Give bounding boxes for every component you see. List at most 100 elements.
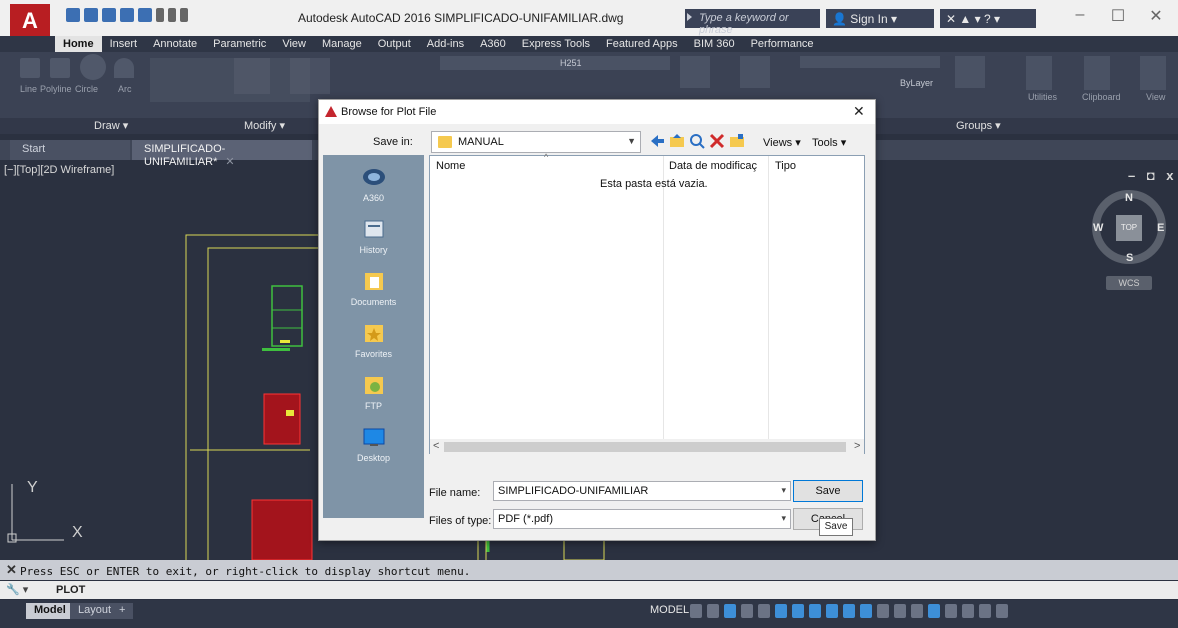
file-type-dropdown[interactable]: PDF (*.pdf) ▾ — [493, 509, 791, 529]
file-name-dropdown-icon[interactable]: ▾ — [781, 485, 786, 496]
wcs-menu[interactable]: WCS — [1106, 276, 1152, 290]
qat-dropdown-icon[interactable] — [180, 8, 188, 22]
new-icon[interactable] — [66, 8, 80, 22]
tab-start[interactable]: Start — [10, 140, 130, 160]
save-icon[interactable] — [102, 8, 116, 22]
viewport-window-controls[interactable]: – ◘ x — [1128, 168, 1178, 183]
scrollbar-thumb[interactable] — [444, 442, 846, 452]
dialog-titlebar[interactable]: Browse for Plot File ✕ — [319, 100, 875, 124]
tab-performance[interactable]: Performance — [743, 36, 822, 52]
tab-annotate[interactable]: Annotate — [145, 36, 205, 52]
color-dropdown[interactable] — [800, 56, 940, 68]
circle-icon[interactable] — [80, 54, 106, 80]
workspace-icon[interactable] — [877, 604, 889, 618]
print-icon[interactable] — [138, 8, 152, 22]
draw-panel-label[interactable]: Draw ▾ — [94, 119, 128, 132]
lineweight-icon[interactable] — [809, 604, 821, 618]
dimension-tool-icon[interactable] — [290, 58, 330, 94]
undo-icon[interactable] — [156, 8, 164, 22]
clipboard-icon[interactable] — [1084, 56, 1110, 90]
text-tool-icon[interactable] — [234, 58, 270, 94]
isodraft-icon[interactable] — [758, 604, 770, 618]
grid-icon[interactable] — [690, 604, 702, 618]
help-search-input[interactable]: Type a keyword or phrase — [685, 9, 820, 36]
back-icon[interactable] — [649, 133, 665, 149]
utilities-icon[interactable] — [1026, 56, 1052, 90]
column-date-modified[interactable]: Data de modificaç — [669, 160, 757, 172]
new-folder-icon[interactable] — [729, 133, 745, 149]
annotation-monitor-icon[interactable] — [894, 604, 906, 618]
exchange-icon[interactable]: ✕ — [946, 12, 956, 26]
place-history[interactable]: History — [323, 217, 424, 255]
place-favorites[interactable]: Favorites — [323, 321, 424, 359]
file-type-dropdown-icon[interactable]: ▾ — [781, 513, 786, 524]
column-type[interactable]: Tipo — [775, 160, 796, 172]
minimize-icon[interactable]: – — [1065, 6, 1095, 24]
layer-dropdown[interactable] — [440, 56, 670, 70]
quick-properties-icon[interactable] — [928, 604, 940, 618]
command-input-text[interactable]: PLOT — [56, 584, 85, 596]
line-icon[interactable] — [20, 58, 40, 78]
tab-document[interactable]: SIMPLIFICADO-UNIFAMILIAR* ✕ — [132, 140, 312, 168]
tab-a360[interactable]: A360 — [472, 36, 514, 52]
viewcube-south[interactable]: S — [1126, 252, 1133, 264]
clean-screen-icon[interactable] — [979, 604, 991, 618]
arc-icon[interactable] — [114, 58, 134, 78]
isolate-objects-icon[interactable] — [962, 604, 974, 618]
maximize-icon[interactable]: ☐ — [1103, 6, 1133, 26]
add-layout-button[interactable]: + — [111, 603, 134, 619]
place-desktop[interactable]: Desktop — [323, 425, 424, 463]
tab-featured-apps[interactable]: Featured Apps — [598, 36, 686, 52]
tab-express-tools[interactable]: Express Tools — [514, 36, 598, 52]
polyline-icon[interactable] — [50, 58, 70, 78]
help-icon[interactable]: ? — [984, 12, 991, 26]
viewcube-west[interactable]: W — [1093, 222, 1103, 234]
snap-icon[interactable] — [707, 604, 719, 618]
up-folder-icon[interactable] — [669, 133, 685, 149]
place-a360[interactable]: A360 — [323, 165, 424, 203]
tab-output[interactable]: Output — [370, 36, 419, 52]
view-icon[interactable] — [1140, 56, 1166, 90]
save-in-dropdown[interactable]: MANUAL ▼ — [431, 131, 641, 153]
open-icon[interactable] — [84, 8, 98, 22]
horizontal-scrollbar[interactable]: < > — [430, 439, 864, 455]
tools-menu[interactable]: Tools ▾ — [812, 136, 846, 149]
group-icon[interactable] — [955, 56, 985, 88]
search-web-icon[interactable] — [689, 133, 705, 149]
object-tracking-icon[interactable] — [775, 604, 787, 618]
application-menu-button[interactable]: A — [10, 4, 50, 38]
modify-panel-label[interactable]: Modify ▾ — [244, 119, 285, 132]
tab-manage[interactable]: Manage — [314, 36, 370, 52]
scroll-left-icon[interactable]: < — [433, 440, 439, 452]
autodesk-icon[interactable]: ▲ — [959, 12, 971, 26]
object-snap-icon[interactable] — [792, 604, 804, 618]
close-window-icon[interactable]: ✕ — [1141, 6, 1171, 26]
file-list[interactable]: Nome ^ Data de modificaç Tipo Esta pasta… — [429, 152, 865, 455]
command-line-close-icon[interactable]: ✕ — [6, 562, 17, 578]
tab-model[interactable]: Model — [26, 603, 74, 619]
place-documents[interactable]: Documents — [323, 269, 424, 307]
viewcube-east[interactable]: E — [1157, 222, 1164, 234]
tab-bim-360[interactable]: BIM 360 — [686, 36, 743, 52]
viewport-controls-label[interactable]: [−][Top][2D Wireframe] — [4, 164, 114, 176]
column-name[interactable]: Nome — [436, 160, 465, 172]
delete-icon[interactable] — [709, 133, 725, 149]
redo-icon[interactable] — [168, 8, 176, 22]
views-menu[interactable]: Views ▾ — [763, 136, 801, 149]
place-ftp[interactable]: FTP — [323, 373, 424, 411]
viewcube-north[interactable]: N — [1125, 192, 1133, 204]
customization-icon[interactable] — [996, 604, 1008, 618]
tab-add-ins[interactable]: Add-ins — [419, 36, 472, 52]
sign-in-button[interactable]: 👤 Sign In ▾ — [826, 9, 934, 28]
tab-insert[interactable]: Insert — [102, 36, 146, 52]
command-input[interactable] — [0, 581, 1178, 599]
dialog-close-icon[interactable]: ✕ — [853, 103, 865, 120]
groups-panel-label[interactable]: Groups ▾ — [956, 119, 1001, 132]
viewcube-top[interactable]: TOP — [1116, 215, 1142, 241]
annotation-visibility-icon[interactable] — [826, 604, 838, 618]
modify-tools-group[interactable] — [150, 58, 310, 102]
match-properties-icon[interactable] — [740, 56, 770, 88]
insert-block-icon[interactable] — [680, 56, 710, 88]
hardware-acceleration-icon[interactable] — [945, 604, 957, 618]
save-as-icon[interactable] — [120, 8, 134, 22]
